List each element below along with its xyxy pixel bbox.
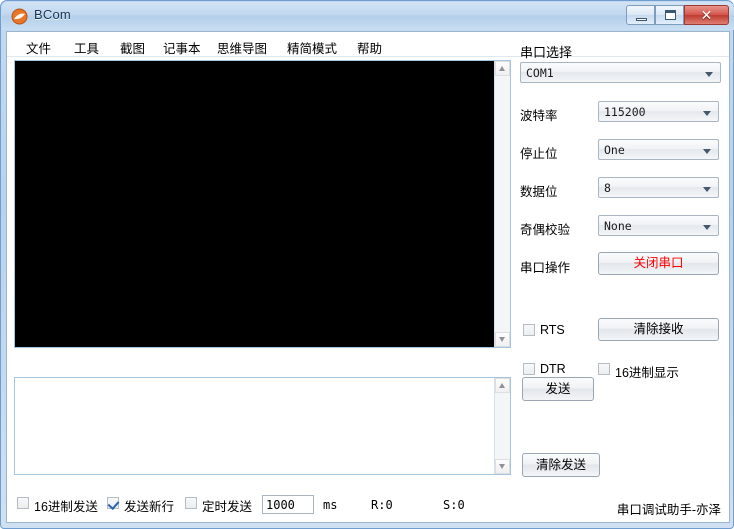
menu-item-mindmap[interactable]: 思维导图: [212, 36, 272, 59]
clear-receive-button[interactable]: 清除接收: [598, 318, 719, 341]
send-scroll-up-icon[interactable]: [495, 378, 510, 393]
window-title: BCom: [34, 7, 71, 22]
menu-item-notepad[interactable]: 记事本: [158, 36, 206, 59]
port-section-title: 串口选择: [520, 45, 573, 60]
menu-item-simple-mode[interactable]: 精简模式: [282, 36, 342, 59]
close-port-button[interactable]: 关闭串口: [598, 252, 719, 275]
databits-label: 数据位: [520, 185, 558, 199]
close-button[interactable]: ✕: [684, 5, 729, 25]
stopbits-select-value: One: [604, 143, 625, 157]
credit-label: 串口调试助手-亦泽: [616, 503, 721, 517]
stopbits-select[interactable]: One: [598, 139, 719, 160]
maximize-icon: [656, 6, 683, 24]
chevron-down-icon: [703, 111, 711, 116]
timed-send-checkbox[interactable]: 定时发送: [185, 496, 252, 515]
operation-label: 串口操作: [520, 261, 571, 275]
parity-select[interactable]: None: [598, 215, 719, 236]
chevron-down-icon: [703, 187, 711, 192]
hex-display-checkbox[interactable]: 16进制显示: [598, 362, 679, 381]
parity-select-value: None: [604, 219, 632, 233]
bcom-app-icon: [11, 8, 28, 25]
interval-input[interactable]: [262, 495, 314, 514]
scroll-up-icon[interactable]: [495, 61, 510, 76]
databits-select[interactable]: 8: [598, 177, 719, 198]
clear-send-button[interactable]: 清除发送: [522, 453, 600, 477]
close-icon: ✕: [700, 7, 713, 23]
dtr-checkbox[interactable]: DTR: [523, 362, 566, 376]
tx-count: S:0: [443, 498, 465, 512]
client-area: 文件 工具 截图 记事本 思维导图 精简模式 帮助 串口选择 COM1 波特率 …: [6, 31, 730, 523]
minimize-icon: [627, 6, 654, 24]
receive-textarea[interactable]: [15, 61, 495, 347]
menu-item-file[interactable]: 文件: [21, 36, 56, 59]
minimize-button[interactable]: [626, 5, 655, 25]
menu-bar: 文件 工具 截图 记事本 思维导图 精简模式 帮助: [7, 32, 729, 57]
port-select[interactable]: COM1: [520, 62, 721, 83]
send-scrollbar[interactable]: [494, 378, 510, 474]
send-button[interactable]: 发送: [522, 377, 594, 401]
chevron-down-icon: [703, 149, 711, 154]
port-select-value: COM1: [526, 66, 554, 80]
rx-count: R:0: [371, 498, 393, 512]
title-bar[interactable]: BCom ✕: [2, 2, 734, 30]
receive-panel: [14, 60, 511, 348]
databits-select-value: 8: [604, 181, 611, 195]
hex-send-checkbox[interactable]: 16进制发送: [17, 496, 98, 515]
receive-scroll-track[interactable]: [495, 76, 510, 332]
send-scroll-track[interactable]: [495, 393, 510, 459]
baud-label: 波特率: [520, 109, 558, 123]
maximize-button[interactable]: [655, 5, 684, 25]
application-window: BCom ✕ 文件 工具 截图 记事本 思维导图 精简模式 帮助 串口选择 CO…: [0, 0, 734, 529]
chevron-down-icon: [703, 225, 711, 230]
scroll-down-icon[interactable]: [495, 332, 510, 347]
menu-item-screenshot[interactable]: 截图: [115, 36, 150, 59]
baud-select-value: 115200: [604, 105, 646, 119]
baud-select[interactable]: 115200: [598, 101, 719, 122]
status-bar: 16进制发送 发送新行 定时发送 ms R:0 S:0 串口调试助手-亦泽: [7, 478, 729, 522]
send-textarea[interactable]: [15, 378, 495, 474]
stopbits-label: 停止位: [520, 147, 558, 161]
chevron-down-icon: [705, 72, 713, 77]
interval-unit-label: ms: [323, 498, 338, 512]
receive-scrollbar[interactable]: [494, 61, 510, 347]
rts-checkbox[interactable]: RTS: [523, 323, 565, 337]
send-scroll-down-icon[interactable]: [495, 459, 510, 474]
menu-item-tools[interactable]: 工具: [69, 36, 104, 59]
menu-item-help[interactable]: 帮助: [352, 36, 387, 59]
send-panel: [14, 377, 511, 475]
newline-send-checkbox[interactable]: 发送新行: [107, 496, 174, 515]
parity-label: 奇偶校验: [520, 223, 571, 237]
